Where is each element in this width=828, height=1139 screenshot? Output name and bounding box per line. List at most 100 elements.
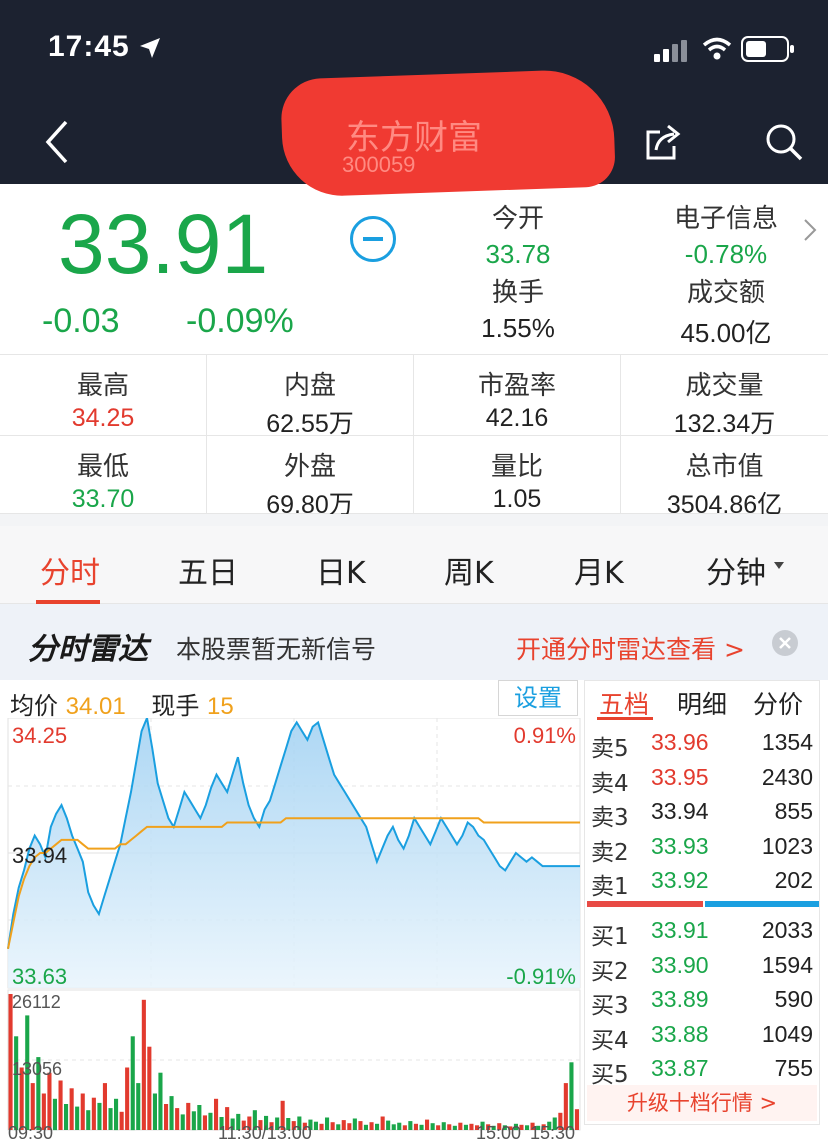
stat-outer: 外盘 69.80万 xyxy=(207,435,414,519)
radar-open-link[interactable]: 开通分时雷达查看 > xyxy=(516,630,745,666)
pct-label-bottom: -0.91% xyxy=(506,964,576,989)
volume-bar xyxy=(447,1124,452,1130)
tab-monthly-k[interactable]: 月K xyxy=(574,548,624,592)
stat-low: 最低 33.70 xyxy=(0,435,207,515)
ask-row[interactable]: 卖3 33.94 855 xyxy=(585,794,819,831)
tab-intraday[interactable]: 分时 xyxy=(40,548,100,592)
bid-row[interactable]: 买3 33.89 590 xyxy=(585,982,819,1019)
volume-bar xyxy=(319,1123,324,1131)
tab-minute[interactable]: 分钟 xyxy=(706,548,766,592)
level-volume: 590 xyxy=(774,986,813,1012)
tab-five-day[interactable]: 五日 xyxy=(178,548,238,592)
tab-five-levels[interactable]: 五档 xyxy=(599,685,649,721)
stats-grid: 最高 34.25 内盘 62.55万 市盈率 42.16 成交量 132.34万… xyxy=(0,354,828,519)
intraday-chart: 34.25 33.94 33.63 0.91% -0.91% 26112 130… xyxy=(7,718,581,1139)
tab-weekly-k[interactable]: 周K xyxy=(444,548,494,592)
tab-price-dist[interactable]: 分价 xyxy=(753,685,803,721)
level-label: 卖4 xyxy=(591,770,629,797)
stat-label: 外盘 xyxy=(283,452,336,482)
volume-bar xyxy=(369,1122,374,1130)
hand-value: 15 xyxy=(206,693,234,720)
tab-daily-k[interactable]: 日K xyxy=(316,548,366,592)
y-label-ref: 33.94 xyxy=(12,843,67,868)
share-icon[interactable] xyxy=(644,122,684,162)
radar-message: 本股票暂无新信号 xyxy=(176,635,377,664)
volume-bar xyxy=(164,1104,169,1130)
ask-row[interactable]: 卖2 33.93 1023 xyxy=(585,829,819,866)
stat-high: 最高 34.25 xyxy=(0,355,207,435)
volume-bar xyxy=(197,1105,202,1130)
volume-bar xyxy=(436,1125,441,1130)
open-value: 33.78 xyxy=(485,239,551,269)
remove-watchlist-button[interactable] xyxy=(350,216,396,262)
level-volume: 2430 xyxy=(761,763,813,790)
bid-row[interactable]: 买4 33.88 1049 xyxy=(585,1017,819,1054)
volume-bar xyxy=(141,999,146,1130)
price-change-pct: -0.09% xyxy=(186,302,294,340)
volume-bar xyxy=(425,1119,430,1130)
volume-bar xyxy=(391,1124,396,1130)
volume-bar xyxy=(97,1102,102,1130)
volume-bar xyxy=(125,1067,130,1130)
ask-row[interactable]: 卖5 33.96 1354 xyxy=(585,725,819,762)
volume-bar xyxy=(191,1111,196,1131)
volume-bar xyxy=(114,1098,119,1131)
volume-bar xyxy=(186,1102,191,1130)
ask-row[interactable]: 卖4 33.95 2430 xyxy=(585,760,819,797)
avg-label: 均价 xyxy=(10,692,58,720)
level-price: 33.96 xyxy=(651,729,709,755)
avg-value: 34.01 xyxy=(65,693,126,720)
battery-icon xyxy=(741,36,794,62)
close-icon[interactable] xyxy=(772,630,798,656)
volume-bar xyxy=(69,1088,74,1130)
ask-row[interactable]: 卖1 33.92 202 xyxy=(585,863,819,900)
radar-logo: 分时雷达 xyxy=(28,632,148,667)
stat-value: 34.25 xyxy=(71,404,135,432)
volume-bar xyxy=(452,1125,457,1130)
turnover-value: 1.55% xyxy=(481,313,555,343)
status-time: 17:45 xyxy=(48,30,130,63)
open-label: 今开 xyxy=(491,204,544,234)
bid-ask-divider xyxy=(587,901,819,907)
search-icon[interactable] xyxy=(764,122,804,162)
stat-value: 42.16 xyxy=(485,404,549,432)
volume-bar xyxy=(158,1072,163,1130)
volume-bar xyxy=(458,1122,463,1130)
stat-inner: 内盘 62.55万 xyxy=(207,355,414,438)
upgrade-ten-level-button[interactable]: 升级十档行情 > xyxy=(587,1085,817,1121)
chevron-right-icon[interactable] xyxy=(802,218,818,242)
active-book-tab-indicator xyxy=(597,717,653,720)
volume-bar xyxy=(375,1123,380,1131)
level-price: 33.91 xyxy=(651,917,709,943)
stat-label: 最高 xyxy=(76,371,129,401)
level-volume: 855 xyxy=(774,798,813,824)
stat-label: 量比 xyxy=(490,452,543,482)
level-volume: 1594 xyxy=(761,951,813,978)
volume-bar xyxy=(147,1046,152,1130)
sector-stat[interactable]: 电子信息 -0.78% xyxy=(636,198,816,270)
volume-bar xyxy=(52,1098,57,1131)
y-label-top: 34.25 xyxy=(12,723,67,748)
tab-detail[interactable]: 明细 xyxy=(677,685,727,721)
volume-bar xyxy=(119,1111,124,1130)
level-price: 33.89 xyxy=(651,986,709,1012)
bid-row[interactable]: 买2 33.90 1594 xyxy=(585,948,819,985)
bid-row[interactable]: 买1 33.91 2033 xyxy=(585,913,819,950)
volume-bar xyxy=(75,1106,80,1130)
volume-bar xyxy=(413,1123,418,1131)
bid-row[interactable]: 买5 33.87 755 xyxy=(585,1051,819,1088)
volume-bar xyxy=(397,1122,402,1130)
caret-down-icon[interactable] xyxy=(774,562,784,570)
volume-bar xyxy=(91,1097,96,1130)
level-price: 33.87 xyxy=(651,1055,709,1081)
volume-bar xyxy=(441,1122,446,1130)
level-price: 33.90 xyxy=(651,951,709,978)
volume-bar xyxy=(136,1083,141,1130)
settings-button[interactable]: 设置 xyxy=(498,680,578,716)
vol-label-mid: 13056 xyxy=(12,1059,62,1079)
order-book: 五档 明细 分价 升级十档行情 > 卖5 33.96 1354 卖4 33.95 2430… xyxy=(584,680,820,1125)
level-label: 卖5 xyxy=(591,736,629,762)
section-divider xyxy=(0,514,828,526)
chart-header: 均价 34.01 现手 15 xyxy=(10,686,234,721)
stat-market-cap: 总市值 3504.86亿 xyxy=(621,435,828,519)
